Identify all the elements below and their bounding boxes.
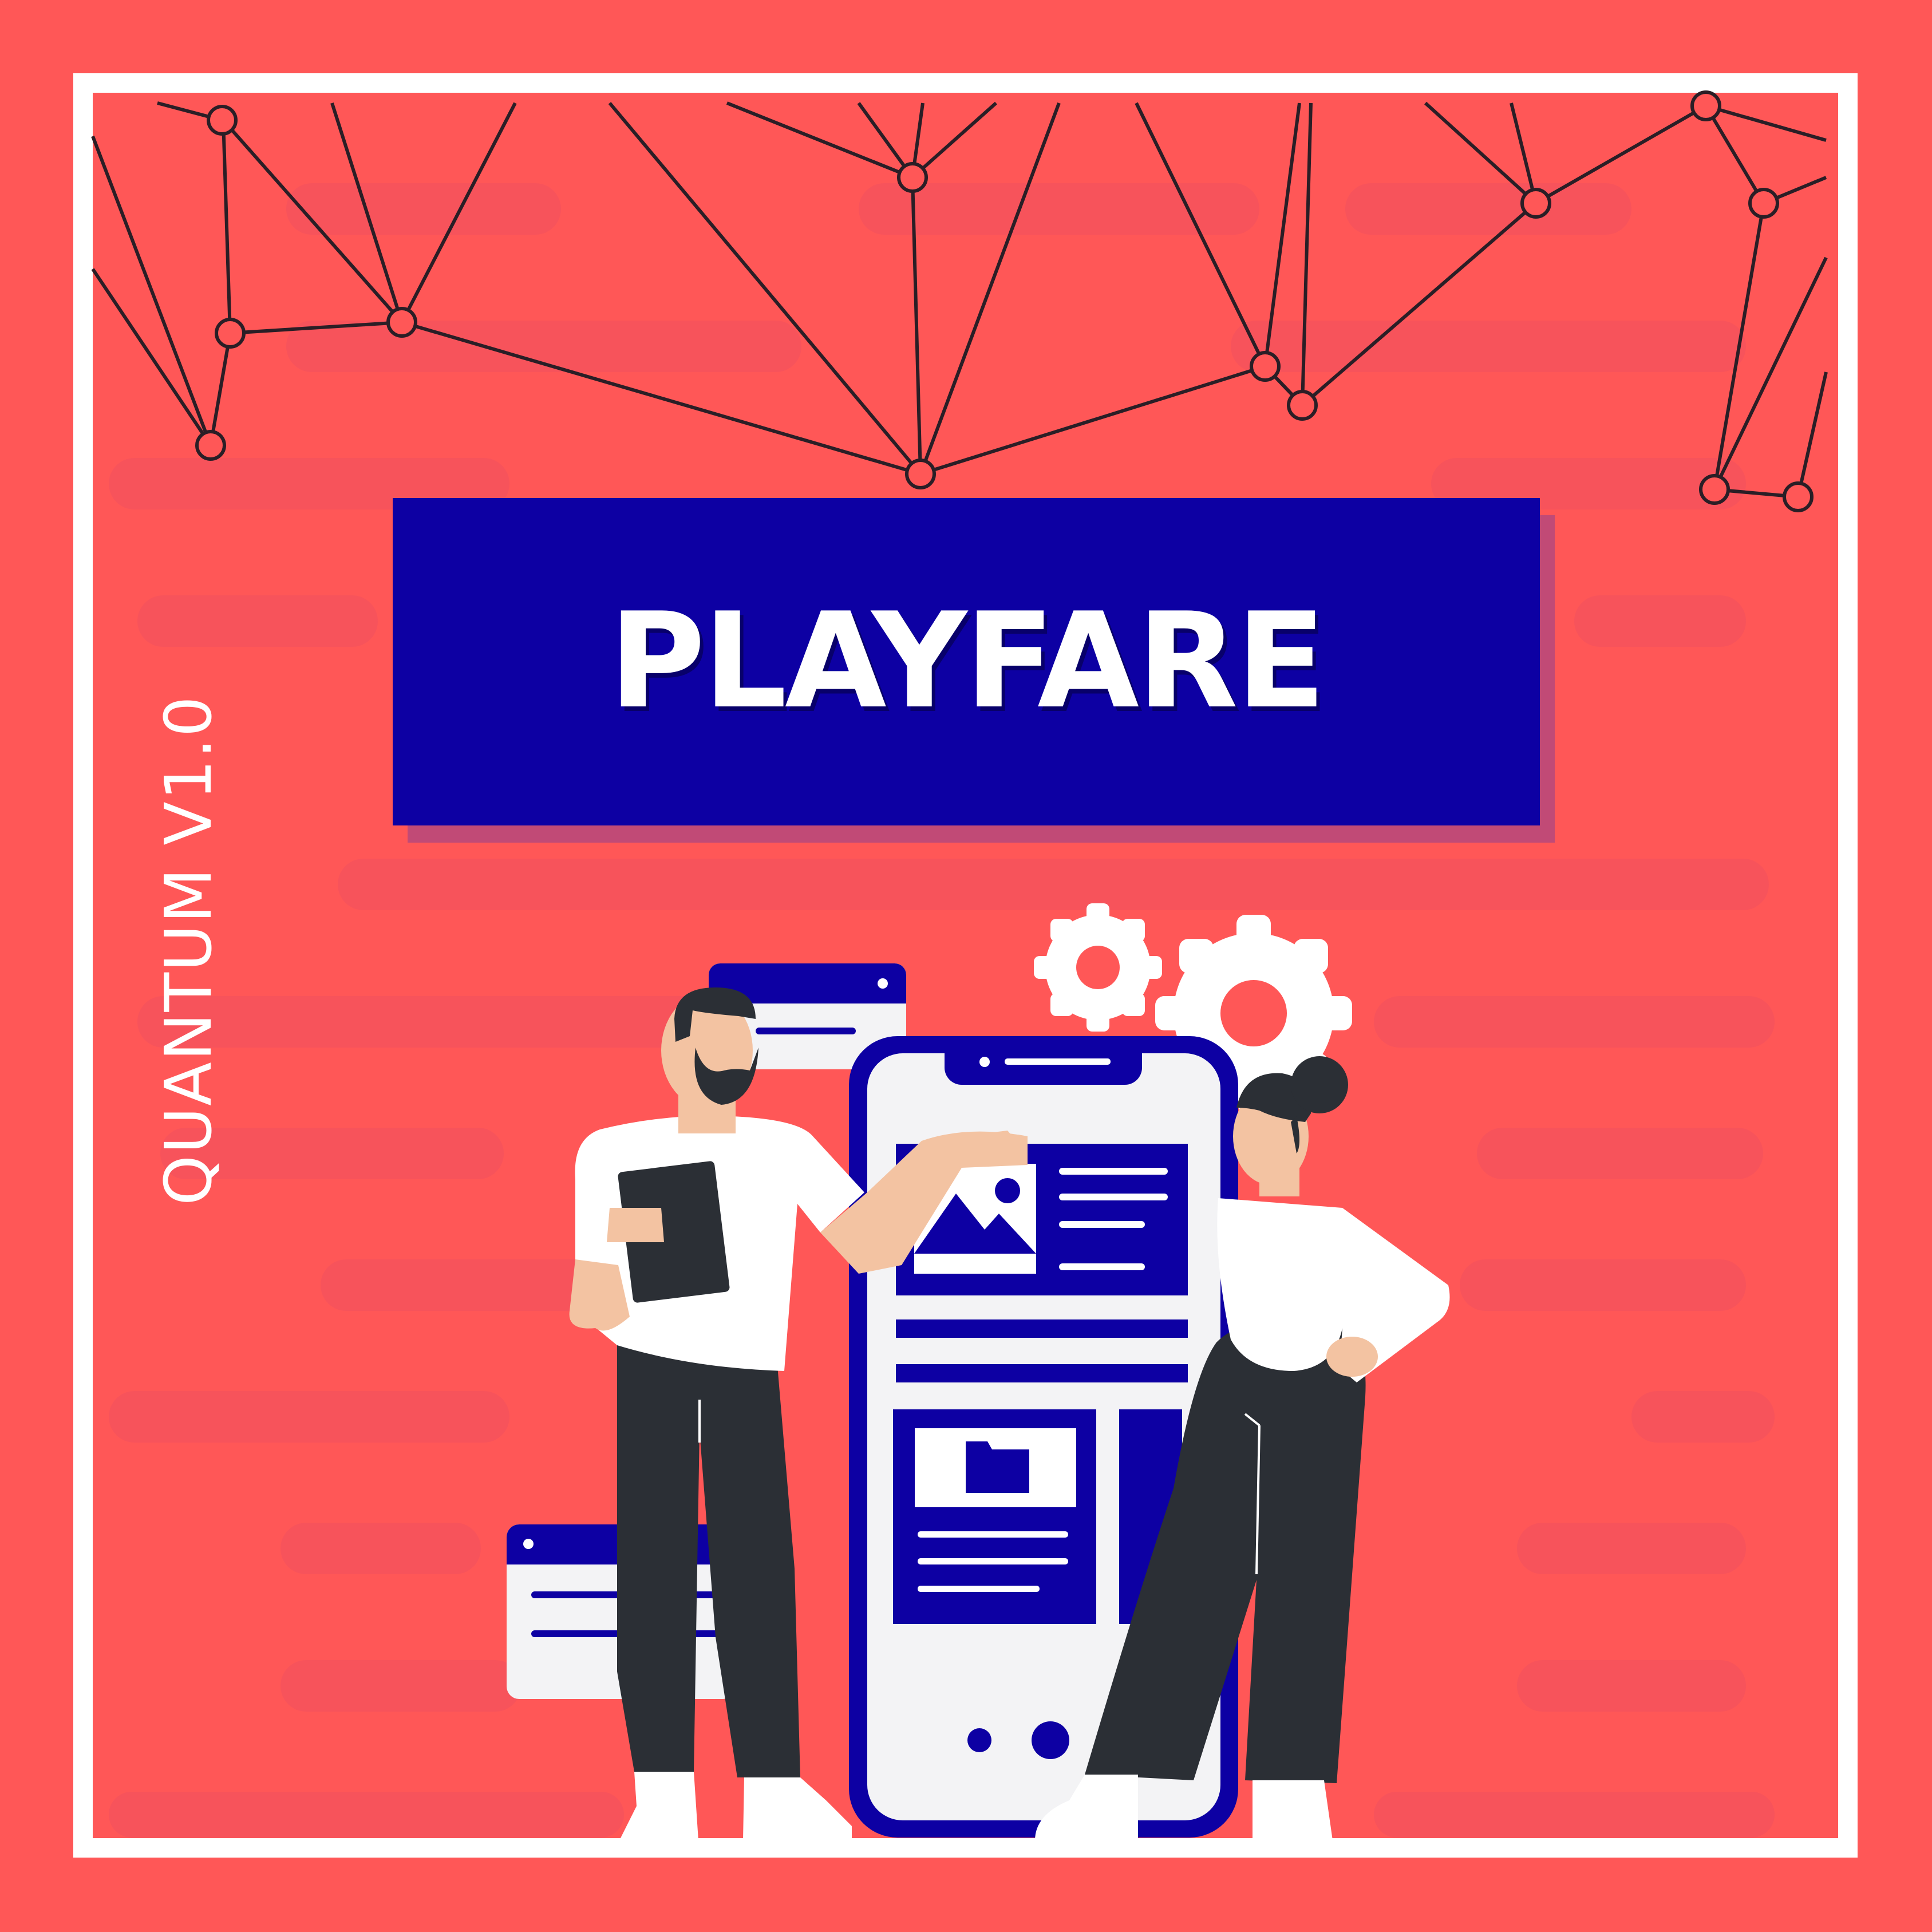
illustration-canvas [91,90,1828,1840]
gear-icon [1034,903,1162,1032]
title-banner: PLAYFARE [393,498,1540,825]
page-title: PLAYFARE [609,585,1326,738]
version-label: QUANTUM V1.0 [152,695,226,1206]
network-lines [91,101,1828,499]
